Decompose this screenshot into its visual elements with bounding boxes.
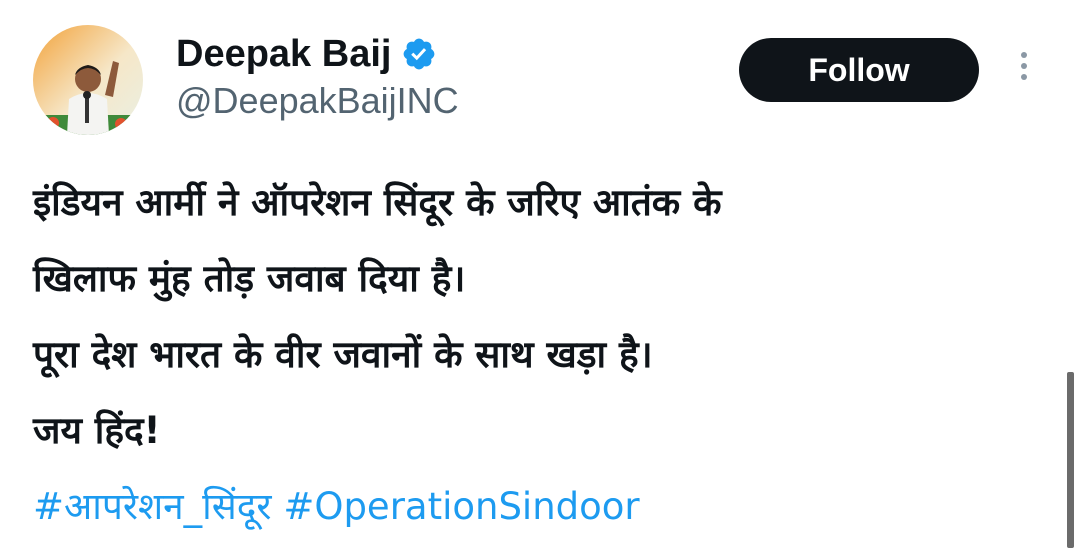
author-handle[interactable]: @DeepakBaijINC [176,80,459,122]
more-vertical-icon[interactable] [1012,52,1036,92]
tweet-text: इंडियन आर्मी ने ऑपरेशन सिंदूर के जरिए आत… [33,165,1043,545]
author-name-row: Deepak Baij [176,30,437,78]
scrollbar[interactable] [1067,372,1074,548]
profile-photo-icon [33,25,143,135]
author-display-name[interactable]: Deepak Baij [176,33,391,76]
tweet-line: खिलाफ मुंह तोड़ जवाब दिया है। [33,257,466,300]
tweet-line: जय हिंद! [33,409,161,452]
follow-button[interactable]: Follow [739,38,979,102]
hashtag-link-operationsindoor[interactable]: #OperationSindoor [283,485,639,528]
hashtag-row: #आपरेशन_सिंदूर #OperationSindoor [33,469,1043,545]
hashtag-link-hindi[interactable]: #आपरेशन_सिंदूर [33,485,272,528]
tweet-line: पूरा देश भारत के वीर जवानों के साथ खड़ा … [33,333,653,376]
verified-badge-icon [401,36,437,72]
tweet-line: इंडियन आर्मी ने ऑपरेशन सिंदूर के जरिए आत… [33,181,722,224]
avatar[interactable] [33,25,143,135]
